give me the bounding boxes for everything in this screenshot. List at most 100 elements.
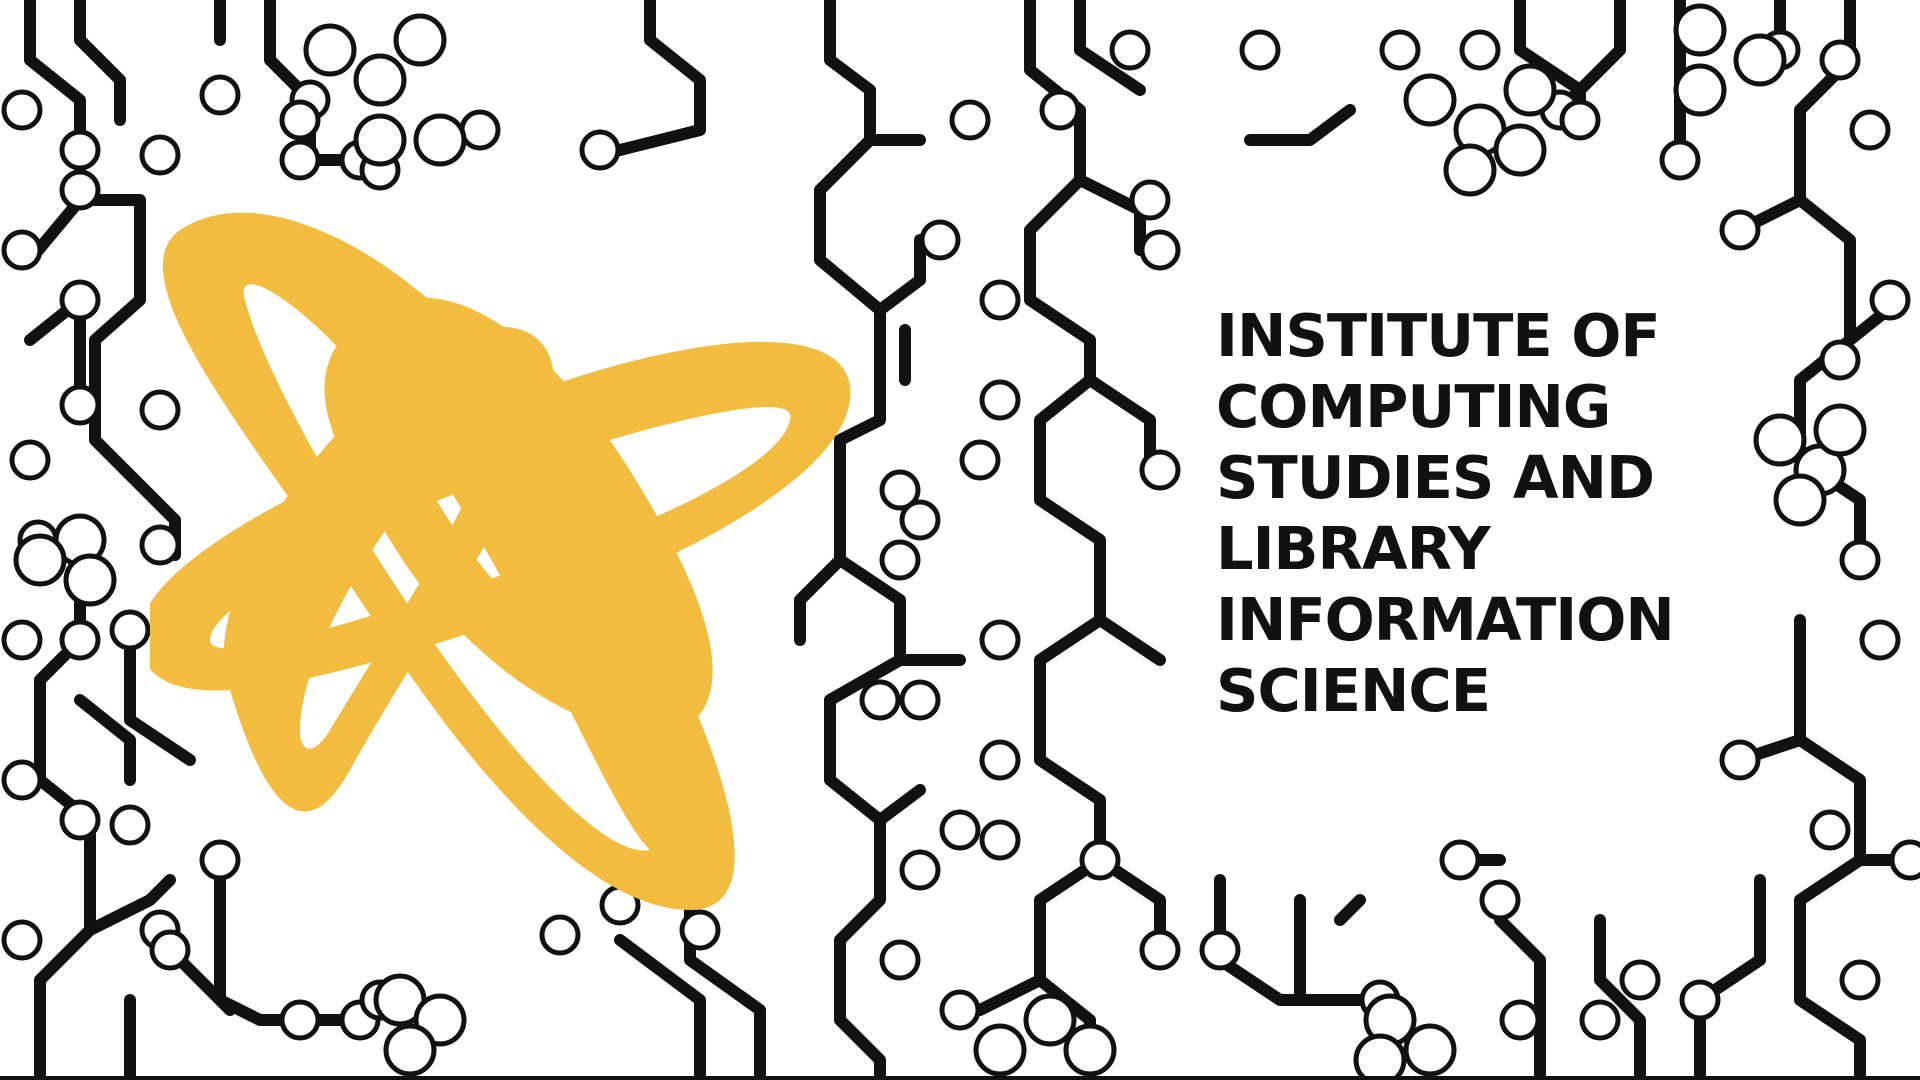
circuit-node: [1379, 29, 1421, 71]
circuit-node: [199, 74, 241, 116]
circuit-node: [109, 804, 151, 846]
circuit-node: [1719, 209, 1761, 251]
circuit-node: [1479, 879, 1521, 921]
circuit-node: [1039, 89, 1081, 131]
institute-name-line-4: LIBRARY: [1216, 514, 1491, 583]
circuit-trace: [1094, 614, 1166, 666]
circuit-node: [139, 134, 181, 176]
institute-name-line-6: SCIENCE: [1216, 656, 1491, 725]
circuit-node: [279, 139, 321, 181]
circuit-node: [9, 439, 51, 481]
circuit-node: [1499, 999, 1541, 1041]
circuit-trace: [24, 0, 86, 266]
circuit-node: [59, 279, 101, 321]
circuit-node: [59, 169, 101, 211]
circuit-node: [1079, 839, 1121, 881]
circuit-trace: [1594, 914, 1646, 1080]
circuit-node: [1403, 73, 1457, 127]
atom-knot-icon: [138, 212, 851, 910]
circuit-node: [459, 109, 501, 151]
circuit-node: [1819, 39, 1861, 81]
circuit-node: [1839, 959, 1881, 1001]
circuit-node: [1199, 929, 1241, 971]
circuit-trace: [264, 0, 366, 166]
institute-name-line-3: STUDIES AND: [1216, 443, 1655, 512]
circuit-node: [1109, 29, 1151, 71]
institute-name: INSTITUTE OF COMPUTING STUDIES AND LIBRA…: [1216, 300, 1776, 726]
circuit-trace: [1084, 374, 1156, 476]
circuit-node: [59, 619, 101, 661]
circuit-node: [413, 113, 467, 167]
circuit-node: [1819, 339, 1861, 381]
circuit-node: [973, 1023, 1027, 1077]
circuit-node: [1493, 123, 1547, 177]
bottom-divider: [0, 1076, 1920, 1080]
circuit-node: [353, 53, 407, 107]
circuit-node: [63, 553, 117, 607]
circuit-node: [1239, 29, 1281, 71]
institute-logo: [138, 210, 910, 930]
circuit-node: [13, 533, 67, 587]
circuit-node: [1, 229, 43, 271]
circuit-node: [979, 279, 1021, 321]
circuit-node: [919, 219, 961, 261]
circuit-node: [1809, 809, 1851, 851]
circuit-node: [1773, 473, 1827, 527]
circuit-node: [1, 919, 43, 961]
circuit-node: [1503, 63, 1557, 117]
circuit-node: [1439, 839, 1481, 881]
circuit-node: [939, 809, 981, 851]
institute-name-line-1: INSTITUTE OF: [1216, 301, 1661, 370]
circuit-node: [939, 989, 981, 1031]
circuit-node: [1869, 279, 1911, 321]
circuit-node: [979, 739, 1021, 781]
circuit-node: [279, 999, 321, 1041]
circuit-node: [1733, 33, 1787, 87]
circuit-node: [1023, 993, 1077, 1047]
circuit-node: [959, 439, 1001, 481]
banner: INSTITUTE OF COMPUTING STUDIES AND LIBRA…: [0, 0, 1920, 1080]
circuit-node: [1813, 403, 1867, 457]
circuit-node: [879, 939, 921, 981]
circuit-node: [1889, 839, 1920, 881]
circuit-node: [59, 129, 101, 171]
circuit-node: [1673, 3, 1727, 57]
circuit-node: [1719, 739, 1761, 781]
circuit-trace: [1694, 874, 1766, 1080]
circuit-node: [353, 113, 407, 167]
circuit-node: [1403, 1023, 1457, 1077]
circuit-trace: [1074, 174, 1146, 256]
circuit-node: [1, 89, 43, 131]
circuit-node: [393, 13, 447, 67]
circuit-node: [1679, 979, 1721, 1021]
circuit-node: [1, 619, 43, 661]
circuit-node: [1839, 539, 1881, 581]
circuit-node: [579, 129, 621, 171]
circuit-node: [1619, 959, 1661, 1001]
circuit-node: [949, 99, 991, 141]
circuit-node: [1659, 139, 1701, 181]
circuit-node: [1459, 29, 1501, 71]
circuit-node: [1353, 1033, 1407, 1080]
circuit-node: [109, 609, 151, 651]
circuit-trace: [614, 0, 706, 156]
circuit-node: [1849, 109, 1891, 151]
circuit-trace: [1024, 0, 1106, 1080]
circuit-node: [979, 819, 1021, 861]
circuit-node: [149, 929, 191, 971]
circuit-node: [979, 619, 1021, 661]
circuit-node: [59, 384, 101, 426]
circuit-node: [1129, 179, 1171, 221]
circuit-node: [979, 379, 1021, 421]
circuit-trace: [74, 694, 136, 786]
circuit-node: [1139, 449, 1181, 491]
circuit-node: [1443, 143, 1497, 197]
circuit-node: [1063, 1023, 1117, 1077]
circuit-node: [303, 23, 357, 77]
circuit-node: [1579, 999, 1621, 1041]
circuit-node: [383, 1023, 437, 1077]
institute-name-line-5: INFORMATION: [1216, 585, 1675, 654]
circuit-node: [59, 799, 101, 841]
circuit-trace: [1244, 104, 1356, 146]
circuit-node: [1139, 929, 1181, 971]
